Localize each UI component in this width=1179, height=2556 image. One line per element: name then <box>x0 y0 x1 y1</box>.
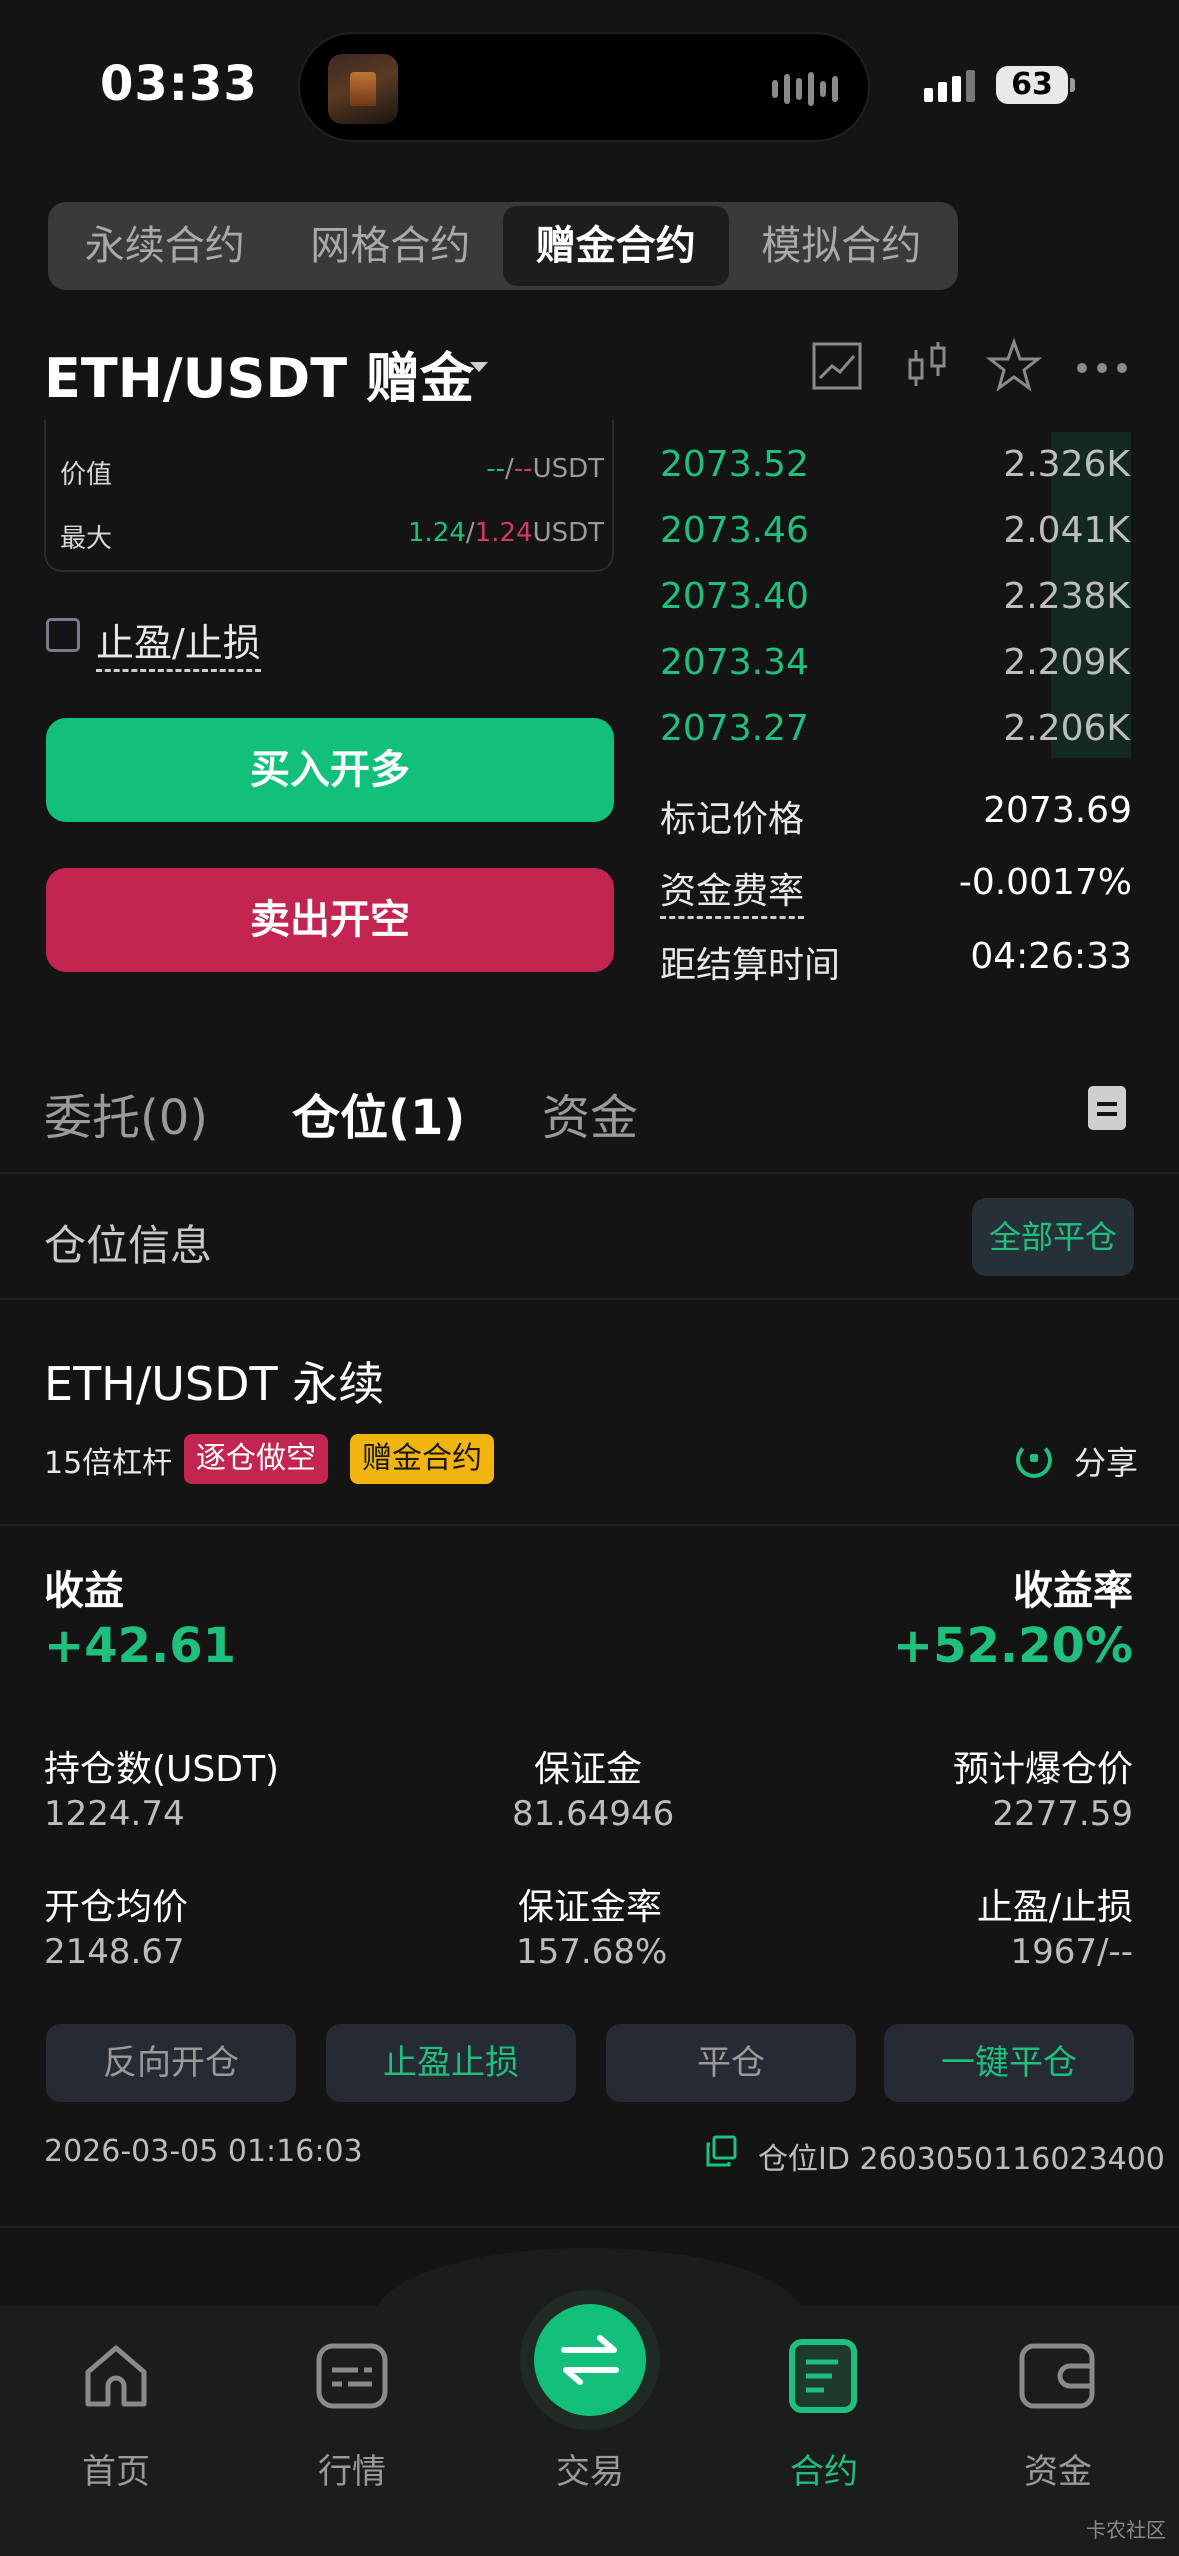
side-badge: 逐仓做空 <box>184 1434 328 1484</box>
liquidation-label: 预计爆仓价 <box>952 1749 1133 1790</box>
tab-positions[interactable]: 仓位(1) <box>292 1078 465 1148</box>
funding-rate-value: -0.0017% <box>958 862 1132 903</box>
value-amounts: --/--USDT <box>486 454 604 484</box>
margin-label: 保证金 <box>534 1749 643 1790</box>
home-icon[interactable] <box>80 2340 152 2412</box>
pnl-value: +42.61 <box>44 1618 237 1674</box>
entry-price-label: 开仓均价 <box>44 1887 189 1928</box>
more-icon[interactable] <box>1072 336 1132 396</box>
divider <box>0 1172 1179 1174</box>
order-book-row[interactable]: 2073.34 2.209K <box>660 628 1130 694</box>
position-info-title: 仓位信息 <box>44 1221 213 1270</box>
reverse-position-button[interactable]: 反向开仓 <box>46 2024 296 2102</box>
sell-short-button[interactable]: 卖出开空 <box>46 868 614 972</box>
nav-trade[interactable]: 交易 <box>530 2444 650 2493</box>
order-form-card: 价值 --/--USDT 最大 1.24/1.24USDT <box>44 420 614 572</box>
settlement-countdown: 04:26:33 <box>970 936 1132 977</box>
star-icon[interactable] <box>984 336 1044 396</box>
entry-price-value: 2148.67 <box>44 1932 185 1972</box>
chevron-down-icon[interactable] <box>470 362 488 372</box>
tpsl-value: 1967/-- <box>1010 1932 1133 1972</box>
leverage-label: 15倍杠杆 <box>44 1446 173 1481</box>
tab-orders[interactable]: 委托(0) <box>44 1078 208 1148</box>
open-timestamp: 2026-03-05 01:16:03 <box>44 2134 363 2169</box>
margin-rate-label: 保证金率 <box>518 1887 663 1928</box>
value-label: 价值 <box>60 460 113 490</box>
document-icon[interactable] <box>1088 1086 1126 1130</box>
liquidation-value: 2277.59 <box>992 1794 1133 1834</box>
status-time: 03:33 <box>100 56 258 112</box>
nav-funds[interactable]: 资金 <box>998 2444 1118 2493</box>
tab-funds[interactable]: 资金 <box>542 1078 638 1148</box>
nav-market[interactable]: 行情 <box>292 2444 412 2493</box>
position-symbol[interactable]: ETH/USDT 永续 <box>44 1348 384 1414</box>
tpsl-button[interactable]: 止盈止损 <box>326 2024 576 2102</box>
trade-button[interactable] <box>534 2304 646 2416</box>
close-position-button[interactable]: 平仓 <box>606 2024 856 2102</box>
copy-icon[interactable] <box>704 2134 738 2168</box>
battery-tip <box>1070 78 1075 92</box>
tab-grid[interactable]: 网格合约 <box>278 206 504 286</box>
tab-simulated[interactable]: 模拟合约 <box>729 206 955 286</box>
buy-long-button[interactable]: 买入开多 <box>46 718 614 822</box>
nav-home[interactable]: 首页 <box>56 2444 176 2493</box>
share-button[interactable]: 分享 <box>1074 1438 1138 1484</box>
tpsl-checkbox-label[interactable]: 止盈/止损 <box>96 612 261 672</box>
tab-bonus[interactable]: 赠金合约 <box>503 206 729 286</box>
margin-value: 81.64946 <box>512 1794 675 1834</box>
position-id: 仓位ID 2603050116023400 <box>758 2142 1165 2177</box>
mark-price-label: 标记价格 <box>660 799 805 840</box>
now-playing-artwork <box>328 54 398 124</box>
watermark: 卡农社区 <box>1086 2518 1166 2542</box>
divider <box>0 2226 1179 2228</box>
max-label: 最大 <box>60 524 113 554</box>
tpsl-label: 止盈/止损 <box>976 1887 1133 1928</box>
order-book-row[interactable]: 2073.40 2.238K <box>660 562 1130 628</box>
cellular-signal-icon <box>924 70 975 102</box>
nav-contract[interactable]: 合约 <box>764 2444 884 2493</box>
dynamic-island <box>298 32 870 142</box>
margin-rate-value: 157.68% <box>516 1932 668 1972</box>
size-label: 持仓数(USDT) <box>44 1749 280 1790</box>
order-book-row[interactable]: 2073.52 2.326K <box>660 430 1130 496</box>
tpsl-checkbox[interactable] <box>46 618 80 652</box>
size-value: 1224.74 <box>44 1794 185 1834</box>
divider <box>0 1298 1179 1300</box>
divider <box>0 1524 1179 1526</box>
pair-selector[interactable]: ETH/USDT 赠金 <box>44 334 474 413</box>
settlement-label: 距结算时间 <box>660 945 841 986</box>
share-icon[interactable] <box>1016 1442 1052 1478</box>
max-amounts: 1.24/1.24USDT <box>408 518 604 548</box>
battery-icon: 63 <box>996 66 1068 104</box>
tab-perpetual[interactable]: 永续合约 <box>52 206 278 286</box>
max-row: 最大 1.24/1.24USDT <box>60 518 604 555</box>
order-book-row[interactable]: 2073.46 2.041K <box>660 496 1130 562</box>
type-badge: 赠金合约 <box>350 1434 494 1484</box>
roe-value: +52.20% <box>892 1618 1133 1674</box>
contract-icon[interactable] <box>788 2338 858 2414</box>
mark-price-value: 2073.69 <box>983 790 1132 831</box>
candlestick-icon[interactable] <box>898 336 958 396</box>
funding-rate-label[interactable]: 资金费率 <box>660 862 805 919</box>
market-icon[interactable] <box>314 2340 390 2412</box>
contract-type-tabs: 永续合约 网格合约 赠金合约 模拟合约 <box>48 202 958 290</box>
wallet-icon[interactable] <box>1018 2340 1096 2412</box>
swap-icon <box>561 2335 619 2385</box>
close-all-button[interactable]: 全部平仓 <box>972 1198 1134 1276</box>
one-click-close-button[interactable]: 一键平仓 <box>884 2024 1134 2102</box>
value-row: 价值 --/--USDT <box>60 454 604 491</box>
roe-label: 收益率 <box>1013 1568 1133 1614</box>
order-book-row[interactable]: 2073.27 2.206K <box>660 694 1130 760</box>
chart-icon[interactable] <box>808 336 868 396</box>
audio-wave-icon <box>772 72 838 106</box>
pnl-label: 收益 <box>44 1568 124 1614</box>
